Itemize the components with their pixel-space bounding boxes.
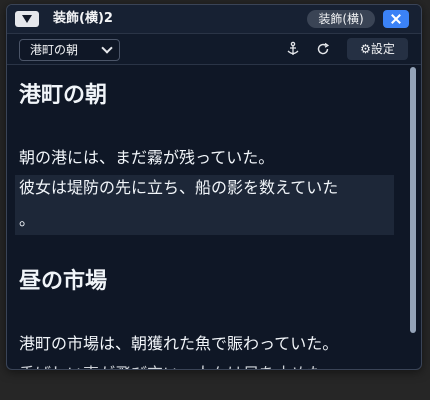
document-select[interactable]: 港町の朝 [19,39,120,61]
scrollbar[interactable] [410,67,416,333]
anchor-icon[interactable] [285,41,301,57]
paragraph-2-line-2: 。 [19,210,36,229]
refresh-icon[interactable] [315,41,331,57]
title-bar[interactable]: 装飾(横)2 装飾(横) [7,5,421,34]
paragraph-1: 朝の港には、まだ霧が残っていた。 [19,148,275,167]
heading-2: 昼の市場 [19,269,108,294]
document-select-value: 港町の朝 [30,43,79,57]
paragraph-2-line-1: 彼女は堤防の先に立ち、船の影を数えていた [19,178,339,197]
document-content: 、、 港町の朝 朝の港には、まだ霧が残っていた。 彼女は堤防の先に立ち、船の影を… [7,65,405,369]
chevron-down-icon [101,42,113,54]
window-title: 装飾(横)2 [53,11,113,26]
settings-button[interactable]: ⚙設定 [347,38,408,60]
paragraph-4-partial: 香ばしい声が飛び交い、人々は足を止めた。 [19,360,339,369]
toolbar: 港町の朝 ⚙設定 [7,34,421,65]
app-window: 装飾(横)2 装飾(横) 港町の朝 ⚙設定 、、 港町の朝 朝の港には、まだ霧が… [6,4,422,370]
close-icon[interactable] [383,10,409,28]
heading-1: 港町の朝 [19,83,108,108]
mode-badge: 装飾(横) [307,10,375,28]
triangle-down-icon[interactable] [15,11,39,27]
paragraph-3: 港町の市場は、朝獲れた魚で賑わっていた。 [19,334,339,353]
